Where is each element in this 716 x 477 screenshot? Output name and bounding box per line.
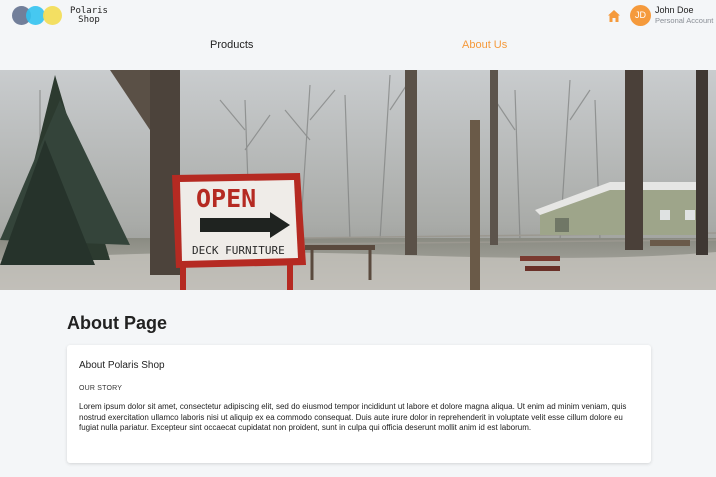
card-body-text: Lorem ipsum dolor sit amet, consectetur … — [79, 402, 627, 432]
sign-open-text: OPEN — [196, 184, 256, 213]
shop-logo[interactable]: Polaris Shop — [12, 6, 108, 26]
brand-name: Polaris Shop — [67, 7, 111, 25]
home-icon[interactable] — [607, 9, 621, 23]
top-navbar: Polaris Shop JD John Doe Personal Accoun… — [0, 0, 716, 70]
section-label: OUR STORY — [79, 385, 123, 392]
about-card: About Polaris Shop OUR STORY Lorem ipsum… — [67, 345, 651, 463]
hero-illustration: OPEN DECK FURNITURE — [0, 70, 716, 290]
sign-deck-furniture-text: DECK FURNITURE — [192, 244, 285, 257]
page-title: About Page — [67, 313, 168, 333]
user-avatar[interactable]: JD — [630, 5, 651, 26]
nav-about-us[interactable]: About Us — [462, 39, 507, 51]
brand-line-2: Shop — [78, 15, 100, 25]
hero-banner-image: OPEN DECK FURNITURE — [0, 70, 716, 290]
nav-products[interactable]: Products — [210, 39, 253, 51]
card-title: About Polaris Shop — [79, 360, 165, 371]
user-account-label: Personal Account — [655, 16, 714, 25]
logo-circle — [43, 6, 62, 25]
user-name[interactable]: John Doe — [655, 5, 694, 15]
